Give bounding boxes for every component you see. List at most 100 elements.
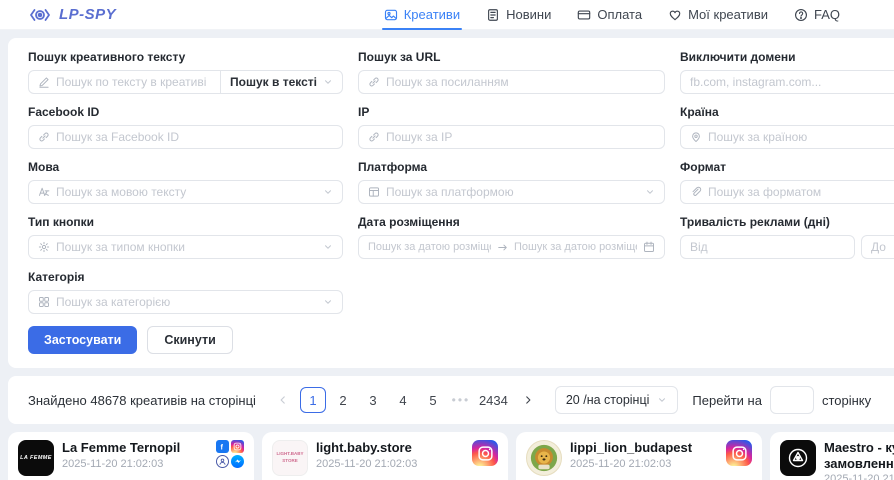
creative-date: 2025-11-20 21:02:03 [316, 458, 464, 470]
nav-tab-my-creatives[interactable]: Мої креативи [668, 0, 768, 30]
category-select[interactable] [28, 290, 343, 314]
last-page-button[interactable]: 2434 [476, 387, 511, 413]
creative-card[interactable]: LA FEMME La Femme Ternopil 2025-11-20 21… [8, 432, 254, 480]
page-size-select[interactable]: 20 /на сторінці [555, 386, 679, 414]
link-icon [38, 131, 50, 143]
reset-button[interactable]: Скинути [147, 326, 232, 354]
filter-platform: Платформа [358, 160, 665, 204]
format-input[interactable] [708, 185, 894, 199]
date-end-input[interactable] [514, 241, 637, 253]
avatar [780, 440, 816, 476]
creative-title: light.baby.store [316, 440, 464, 456]
filters-panel: Пошук креативного тексту Пошук в тексті [8, 38, 894, 368]
duration-from-input[interactable] [690, 240, 845, 254]
avatar: LIGHT.BABY STORE [272, 440, 308, 476]
category-grid-icon [38, 296, 50, 308]
filter-language: Мова [28, 160, 343, 204]
creative-card[interactable]: lippi_lion_budapest 2025-11-20 21:02:03 … [516, 432, 762, 480]
filter-exclude-domains: Виключити домени [680, 50, 894, 94]
creative-text-input-wrap [28, 70, 221, 94]
exclude-domains-input[interactable] [690, 75, 894, 89]
field-label: Пошук за URL [358, 50, 665, 64]
creative-card[interactable]: Maestro - кухні, меблі на замовлення в У… [770, 432, 894, 480]
platform-icons [472, 440, 498, 466]
creative-date: 2025-11-20 21:02:03 [570, 458, 718, 470]
country-input[interactable] [708, 130, 894, 144]
field-label: Дата розміщення [358, 215, 665, 229]
filter-format: Формат [680, 160, 894, 204]
nav-label: Креативи [404, 7, 460, 22]
search-mode-select[interactable]: Пошук в тексті [220, 70, 343, 94]
creative-date: 2025-11-20 21:02:03 [824, 473, 894, 480]
nav-tab-news[interactable]: Новини [486, 0, 551, 30]
nav-label: Мої креативи [688, 7, 768, 22]
nav-tab-creatives[interactable]: Креативи [384, 0, 460, 30]
pagination-ellipsis[interactable]: ••• [450, 393, 472, 407]
nav-label: Оплата [597, 7, 642, 22]
ip-input[interactable] [386, 130, 655, 144]
facebook-icon: f [216, 440, 229, 453]
search-mode-value: Пошук в тексті [230, 75, 317, 89]
avatar: LA FEMME [18, 440, 54, 476]
filter-url: Пошук за URL [358, 50, 665, 94]
results-count: Знайдено 48678 креативів на сторінці [28, 393, 256, 408]
pencil-icon [38, 76, 50, 88]
creative-title: Maestro - кухні, меблі на замовлення в У… [824, 440, 894, 471]
creative-text-input[interactable] [56, 75, 211, 89]
goto-prefix: Перейти на [692, 393, 762, 408]
filter-creative-text: Пошук креативного тексту Пошук в тексті [28, 50, 343, 94]
creative-card[interactable]: LIGHT.BABY STORE light.baby.store 2025-1… [262, 432, 508, 480]
field-label: Тип кнопки [28, 215, 343, 229]
gear-icon [38, 241, 50, 253]
platform-grid-icon [368, 186, 380, 198]
url-input[interactable] [386, 75, 655, 89]
platform-input[interactable] [386, 185, 639, 199]
page-button[interactable]: 3 [360, 387, 386, 413]
filter-category: Категорія [28, 270, 343, 314]
language-input[interactable] [56, 185, 317, 199]
logo[interactable]: LP-SPY [28, 6, 116, 23]
date-start-input[interactable] [368, 241, 491, 253]
app-header: LP-SPY Креативи Новини [0, 0, 894, 30]
next-page-button[interactable] [515, 387, 541, 413]
field-label: Платформа [358, 160, 665, 174]
instagram-icon [726, 440, 752, 466]
creative-title: lippi_lion_budapest [570, 440, 718, 456]
page-button[interactable]: 2 [330, 387, 356, 413]
filter-ip: IP [358, 105, 665, 149]
page-button[interactable]: 4 [390, 387, 416, 413]
date-range-picker[interactable] [358, 235, 665, 259]
heart-icon [668, 8, 682, 22]
goto-page-input[interactable] [770, 386, 814, 414]
eye-logo-icon [28, 7, 52, 23]
page-size-value: 20 /на сторінці [566, 393, 650, 407]
chevron-down-icon [657, 395, 667, 405]
language-select[interactable] [28, 180, 343, 204]
creatives-grid: LA FEMME La Femme Ternopil 2025-11-20 21… [8, 432, 886, 480]
page-button[interactable]: 1 [300, 387, 326, 413]
prev-page-button[interactable] [270, 387, 296, 413]
platform-select[interactable] [358, 180, 665, 204]
category-input[interactable] [56, 295, 317, 309]
nav-label: Новини [506, 7, 551, 22]
link-icon [368, 76, 380, 88]
page-button[interactable]: 5 [420, 387, 446, 413]
chevron-down-icon [323, 187, 333, 197]
button-type-input[interactable] [56, 240, 317, 254]
button-type-select[interactable] [28, 235, 343, 259]
avatar-text: LA FEMME [20, 455, 52, 461]
field-label: Пошук креативного тексту [28, 50, 343, 64]
field-label: Мова [28, 160, 343, 174]
duration-to-input[interactable] [871, 240, 894, 254]
nav-tab-payment[interactable]: Оплата [577, 0, 642, 30]
avatar [526, 440, 562, 476]
logo-text: LP-SPY [59, 6, 116, 23]
apply-button[interactable]: Застосувати [28, 326, 137, 354]
creative-title: La Femme Ternopil [62, 440, 208, 456]
platform-icons [726, 440, 752, 466]
facebook-id-input[interactable] [56, 130, 333, 144]
filter-duration: Тривалість реклами (дні) [680, 215, 894, 259]
link-icon [368, 131, 380, 143]
goto-page: Перейти на сторінку [692, 386, 871, 414]
nav-tab-faq[interactable]: FAQ [794, 0, 840, 30]
